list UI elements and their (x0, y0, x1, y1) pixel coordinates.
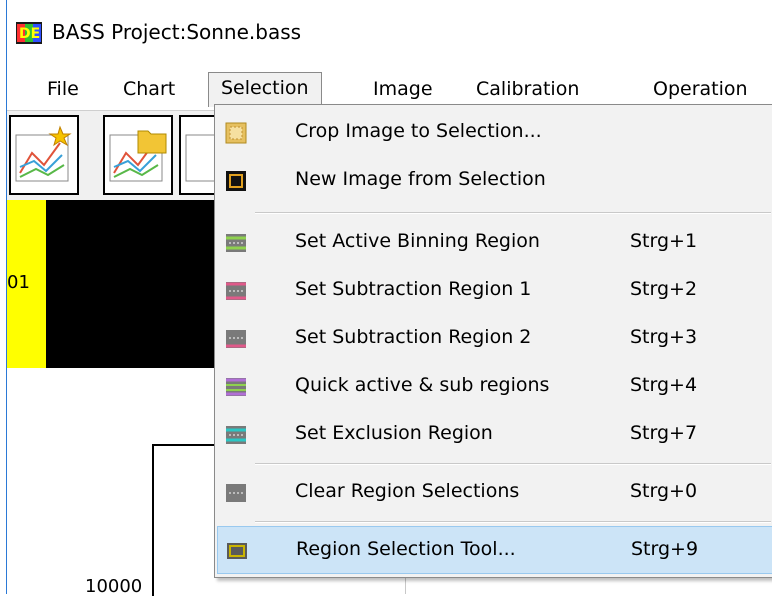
menu-item-label: Set Subtraction Region 2 (295, 326, 532, 348)
quick-regions-icon (226, 378, 246, 396)
subtraction-region-2-icon (226, 330, 246, 348)
menu-item-region-selection-tool[interactable]: Region Selection Tool... Strg+9 (217, 526, 772, 574)
menu-separator (255, 521, 771, 523)
menu-item-active-binning[interactable]: Set Active Binning Region Strg+1 (217, 219, 772, 267)
menu-item-shortcut: Strg+0 (630, 480, 698, 502)
menu-calibration[interactable]: Calibration (464, 74, 591, 104)
menu-item-new-image[interactable]: New Image from Selection (217, 157, 772, 205)
new-image-icon (226, 171, 246, 191)
menu-item-label: Set Exclusion Region (295, 422, 493, 444)
region-tool-icon (227, 543, 247, 559)
menu-item-clear-regions[interactable]: Clear Region Selections Strg+0 (217, 469, 772, 517)
binning-region-icon (226, 234, 246, 252)
menu-item-label: New Image from Selection (295, 168, 546, 190)
menu-item-exclusion-region[interactable]: Set Exclusion Region Strg+7 (217, 411, 772, 459)
image-row-label: 01 (7, 272, 30, 293)
new-chart-button[interactable] (9, 115, 79, 195)
menu-item-shortcut: Strg+1 (630, 230, 698, 252)
save-chart-icon (185, 134, 214, 182)
menu-item-label: Quick active & sub regions (295, 374, 550, 396)
menu-item-label: Clear Region Selections (295, 480, 520, 502)
menu-operation[interactable]: Operation (641, 74, 760, 104)
menu-item-label: Region Selection Tool... (296, 538, 516, 560)
menu-item-shortcut: Strg+4 (630, 374, 698, 396)
open-chart-button[interactable] (103, 115, 173, 195)
new-chart-icon (15, 125, 72, 182)
menu-item-shortcut: Strg+3 (630, 326, 698, 348)
menu-separator (255, 212, 771, 214)
menu-item-shortcut: Strg+9 (631, 538, 699, 560)
menu-item-label: Set Subtraction Region 1 (295, 278, 532, 300)
title-bar: DE BASS Project:Sonne.bass (7, 0, 772, 66)
menu-file[interactable]: File (35, 74, 91, 104)
clear-regions-icon (226, 484, 246, 502)
menu-item-quick-regions[interactable]: Quick active & sub regions Strg+4 (217, 363, 772, 411)
open-chart-icon (109, 130, 167, 182)
menu-item-crop-image[interactable]: Crop Image to Selection... (217, 109, 772, 157)
menu-item-subtraction-1[interactable]: Set Subtraction Region 1 Strg+2 (217, 267, 772, 315)
svg-text:DE: DE (19, 26, 40, 42)
menu-item-label: Crop Image to Selection... (295, 120, 542, 142)
menu-selection[interactable]: Selection (208, 72, 322, 107)
window-title: BASS Project:Sonne.bass (52, 20, 302, 44)
menu-item-label: Set Active Binning Region (295, 230, 540, 252)
exclusion-region-icon (226, 426, 246, 444)
menu-separator (255, 463, 771, 465)
app-icon: DE (16, 22, 42, 44)
selection-menu-dropdown: Crop Image to Selection... New Image fro… (214, 104, 772, 578)
menu-item-shortcut: Strg+7 (630, 422, 698, 444)
menu-image[interactable]: Image (361, 74, 445, 104)
save-chart-button[interactable] (179, 115, 219, 195)
menu-chart[interactable]: Chart (111, 74, 187, 104)
menu-item-subtraction-2[interactable]: Set Subtraction Region 2 Strg+3 (217, 315, 772, 363)
main-window: DE BASS Project:Sonne.bass File Chart Se… (6, 0, 772, 597)
crop-icon (225, 122, 247, 144)
menu-item-shortcut: Strg+2 (630, 278, 698, 300)
subtraction-region-1-icon (226, 282, 246, 300)
